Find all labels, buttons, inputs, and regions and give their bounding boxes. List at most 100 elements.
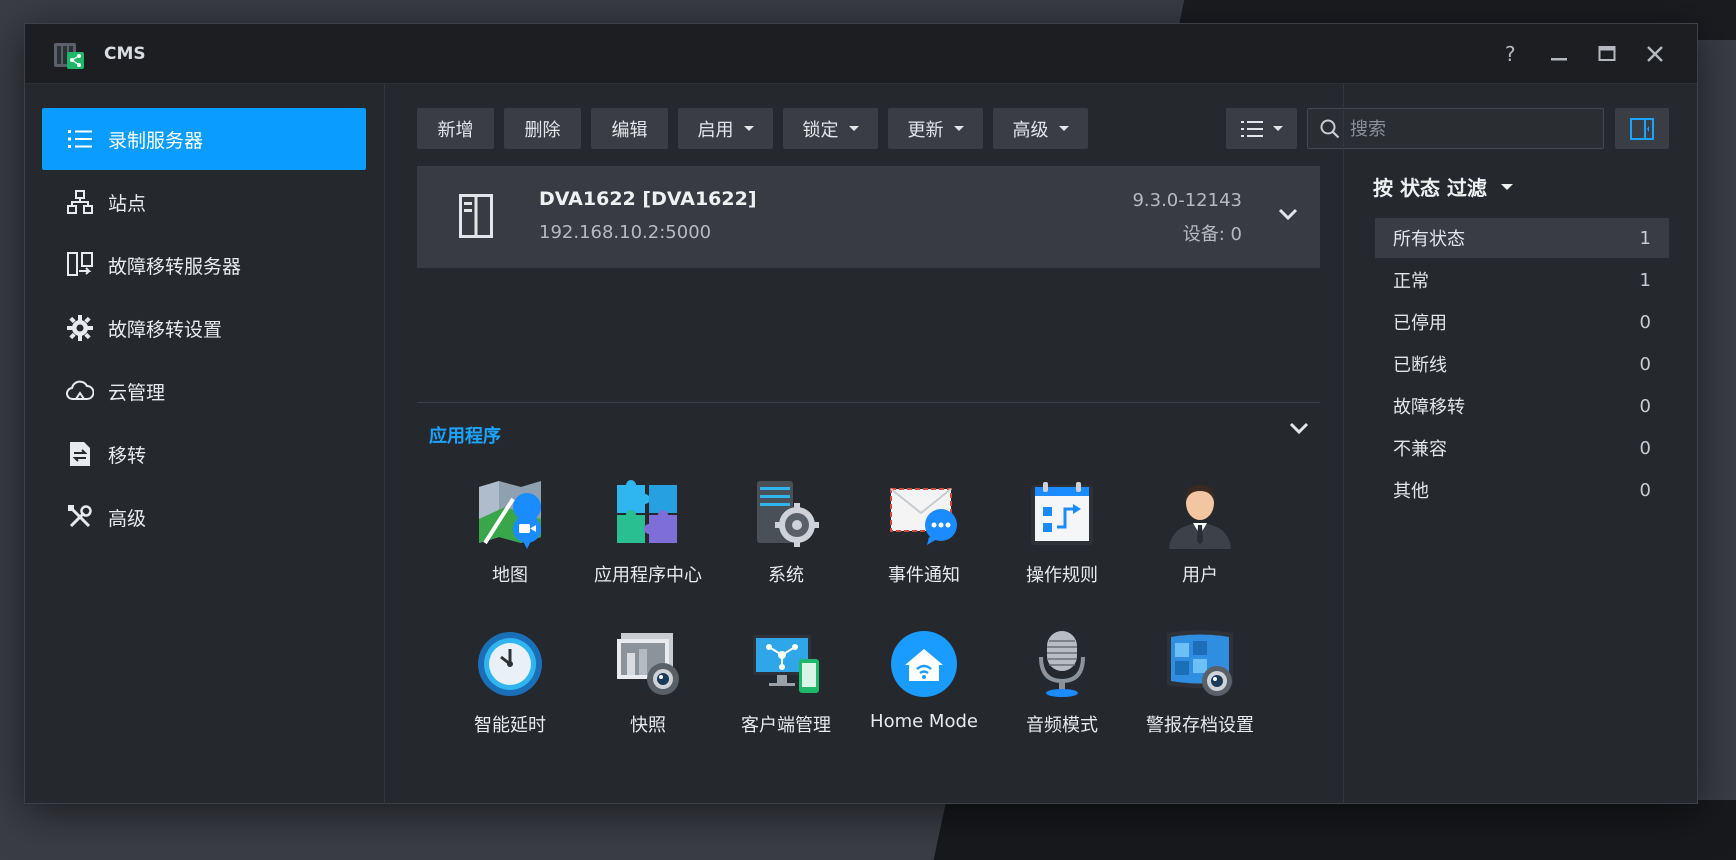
app-label: 操作规则 (1026, 565, 1098, 586)
filter-item-incompatible[interactable]: 不兼容 0 (1375, 428, 1669, 468)
app-time-lapse[interactable]: 智能延时 (442, 629, 578, 759)
apps-collapse-chevron-icon[interactable] (1289, 422, 1309, 436)
app-package-center[interactable]: 应用程序中心 (580, 479, 716, 609)
app-user[interactable]: 用户 (1132, 479, 1268, 609)
app-label: 快照 (630, 715, 666, 736)
filter-title-dropdown[interactable]: 按 状态 过滤 (1373, 172, 1513, 201)
search-icon (1320, 119, 1340, 139)
migrate-icon (66, 440, 94, 468)
filter-item-label: 所有状态 (1393, 229, 1465, 250)
server-version: 9.3.0-12143 (1132, 190, 1242, 211)
caret-down-icon (848, 126, 859, 131)
delete-button[interactable]: 删除 (504, 108, 581, 149)
help-icon: ? (1505, 43, 1516, 65)
maximize-icon (1598, 46, 1616, 61)
puzzle-icon (617, 480, 677, 543)
close-icon (1647, 46, 1663, 62)
app-label: 系统 (768, 565, 804, 586)
app-snapshot[interactable]: 快照 (580, 629, 716, 759)
cms-window: CMS ? 录制服务器 站点 故障移转服务器 故障移转设置 云管理 移转 高级 … (24, 23, 1698, 804)
caret-down-icon (953, 126, 964, 131)
app-client-management[interactable]: 客户端管理 (718, 629, 854, 759)
sidebar-item-failover-settings[interactable]: 故障移转设置 (42, 297, 366, 359)
app-notification[interactable]: 事件通知 (856, 479, 992, 609)
app-label: 事件通知 (888, 565, 960, 586)
filter-item-failover[interactable]: 故障移转 0 (1375, 386, 1669, 426)
filter-item-disabled[interactable]: 已停用 0 (1375, 302, 1669, 342)
snapshot-icon (617, 633, 679, 695)
app-alert-archive-settings[interactable]: 警报存档设置 (1132, 629, 1268, 759)
app-label: 客户端管理 (741, 715, 831, 736)
view-mode-dropdown[interactable] (1226, 108, 1297, 149)
filter-item-label: 已断线 (1393, 355, 1447, 376)
app-label: 地图 (492, 565, 528, 586)
lock-label: 锁定 (802, 119, 839, 141)
cloud-icon (66, 377, 94, 405)
enable-dropdown[interactable]: 启用 (678, 108, 773, 149)
advanced-label: 高级 (1012, 119, 1049, 141)
section-divider (417, 402, 1320, 403)
close-button[interactable] (1641, 40, 1669, 68)
sidebar-item-sites[interactable]: 站点 (42, 171, 366, 233)
sidebar-item-migration[interactable]: 移转 (42, 423, 366, 485)
app-action-rule[interactable]: 操作规则 (994, 479, 1130, 609)
failover-server-icon (66, 251, 94, 279)
filter-item-normal[interactable]: 正常 1 (1375, 260, 1669, 300)
sidebar: 录制服务器 站点 故障移转服务器 故障移转设置 云管理 移转 高级 (25, 84, 385, 804)
filter-item-other[interactable]: 其他 0 (1375, 470, 1669, 510)
map-icon (479, 481, 542, 549)
add-button[interactable]: 新增 (417, 108, 494, 149)
app-map[interactable]: 地图 (442, 479, 578, 609)
gear-icon (66, 314, 94, 342)
filter-item-count: 0 (1639, 479, 1651, 501)
sidebar-item-label: 录制服务器 (108, 129, 204, 152)
filter-item-disconnected[interactable]: 已断线 0 (1375, 344, 1669, 384)
filter-title-label: 按 状态 过滤 (1373, 176, 1487, 200)
svg-text:?: ? (1505, 43, 1516, 65)
filter-item-count: 1 (1639, 269, 1651, 291)
app-label: Home Mode (870, 711, 978, 732)
chevron-down-icon[interactable] (1278, 208, 1298, 222)
tools-icon (66, 503, 94, 531)
app-home-mode[interactable]: Home Mode (856, 629, 992, 759)
background-stripe (933, 800, 1736, 860)
server-row[interactable]: DVA1622 [DVA1622] 192.168.10.2:5000 9.3.… (417, 166, 1320, 268)
filter-item-label: 不兼容 (1393, 439, 1447, 460)
list-icon (66, 125, 94, 153)
lock-dropdown[interactable]: 锁定 (783, 108, 878, 149)
advanced-dropdown[interactable]: 高级 (993, 108, 1088, 149)
notification-icon (890, 488, 957, 545)
update-dropdown[interactable]: 更新 (888, 108, 983, 149)
filter-item-count: 0 (1639, 311, 1651, 333)
sitemap-icon (66, 188, 94, 216)
maximize-button[interactable] (1593, 40, 1621, 68)
system-icon (757, 481, 819, 547)
app-audio-mode[interactable]: 音频模式 (994, 629, 1130, 759)
enable-label: 启用 (697, 119, 734, 141)
help-button[interactable]: ? (1497, 40, 1525, 68)
sidebar-item-label: 移转 (108, 444, 147, 467)
app-label: 用户 (1182, 565, 1218, 586)
sidebar-item-failover-servers[interactable]: 故障移转服务器 (42, 234, 366, 296)
sidebar-item-label: 云管理 (108, 381, 166, 404)
app-label: 警报存档设置 (1146, 715, 1254, 736)
action-rule-icon (1031, 482, 1093, 545)
filter-item-count: 0 (1639, 353, 1651, 375)
minimize-button[interactable] (1545, 40, 1573, 68)
caret-down-icon (743, 126, 754, 131)
server-device-count: 设备: 0 (1182, 224, 1242, 245)
sidebar-item-label: 故障移转服务器 (108, 255, 242, 278)
filter-item-all[interactable]: 所有状态 1 (1375, 218, 1669, 258)
sidebar-item-advanced[interactable]: 高级 (42, 486, 366, 548)
edit-button[interactable]: 编辑 (591, 108, 668, 149)
client-management-icon (753, 635, 819, 693)
cms-app-icon (54, 43, 84, 69)
app-label: 音频模式 (1026, 715, 1098, 736)
app-system[interactable]: 系统 (718, 479, 854, 609)
sidebar-item-cloud-management[interactable]: 云管理 (42, 360, 366, 422)
filter-item-label: 已停用 (1393, 313, 1447, 334)
filter-item-count: 1 (1639, 227, 1651, 249)
sidebar-item-recording-servers[interactable]: 录制服务器 (42, 108, 366, 170)
apps-section-title: 应用程序 (429, 426, 501, 447)
caret-down-icon (1500, 183, 1513, 190)
